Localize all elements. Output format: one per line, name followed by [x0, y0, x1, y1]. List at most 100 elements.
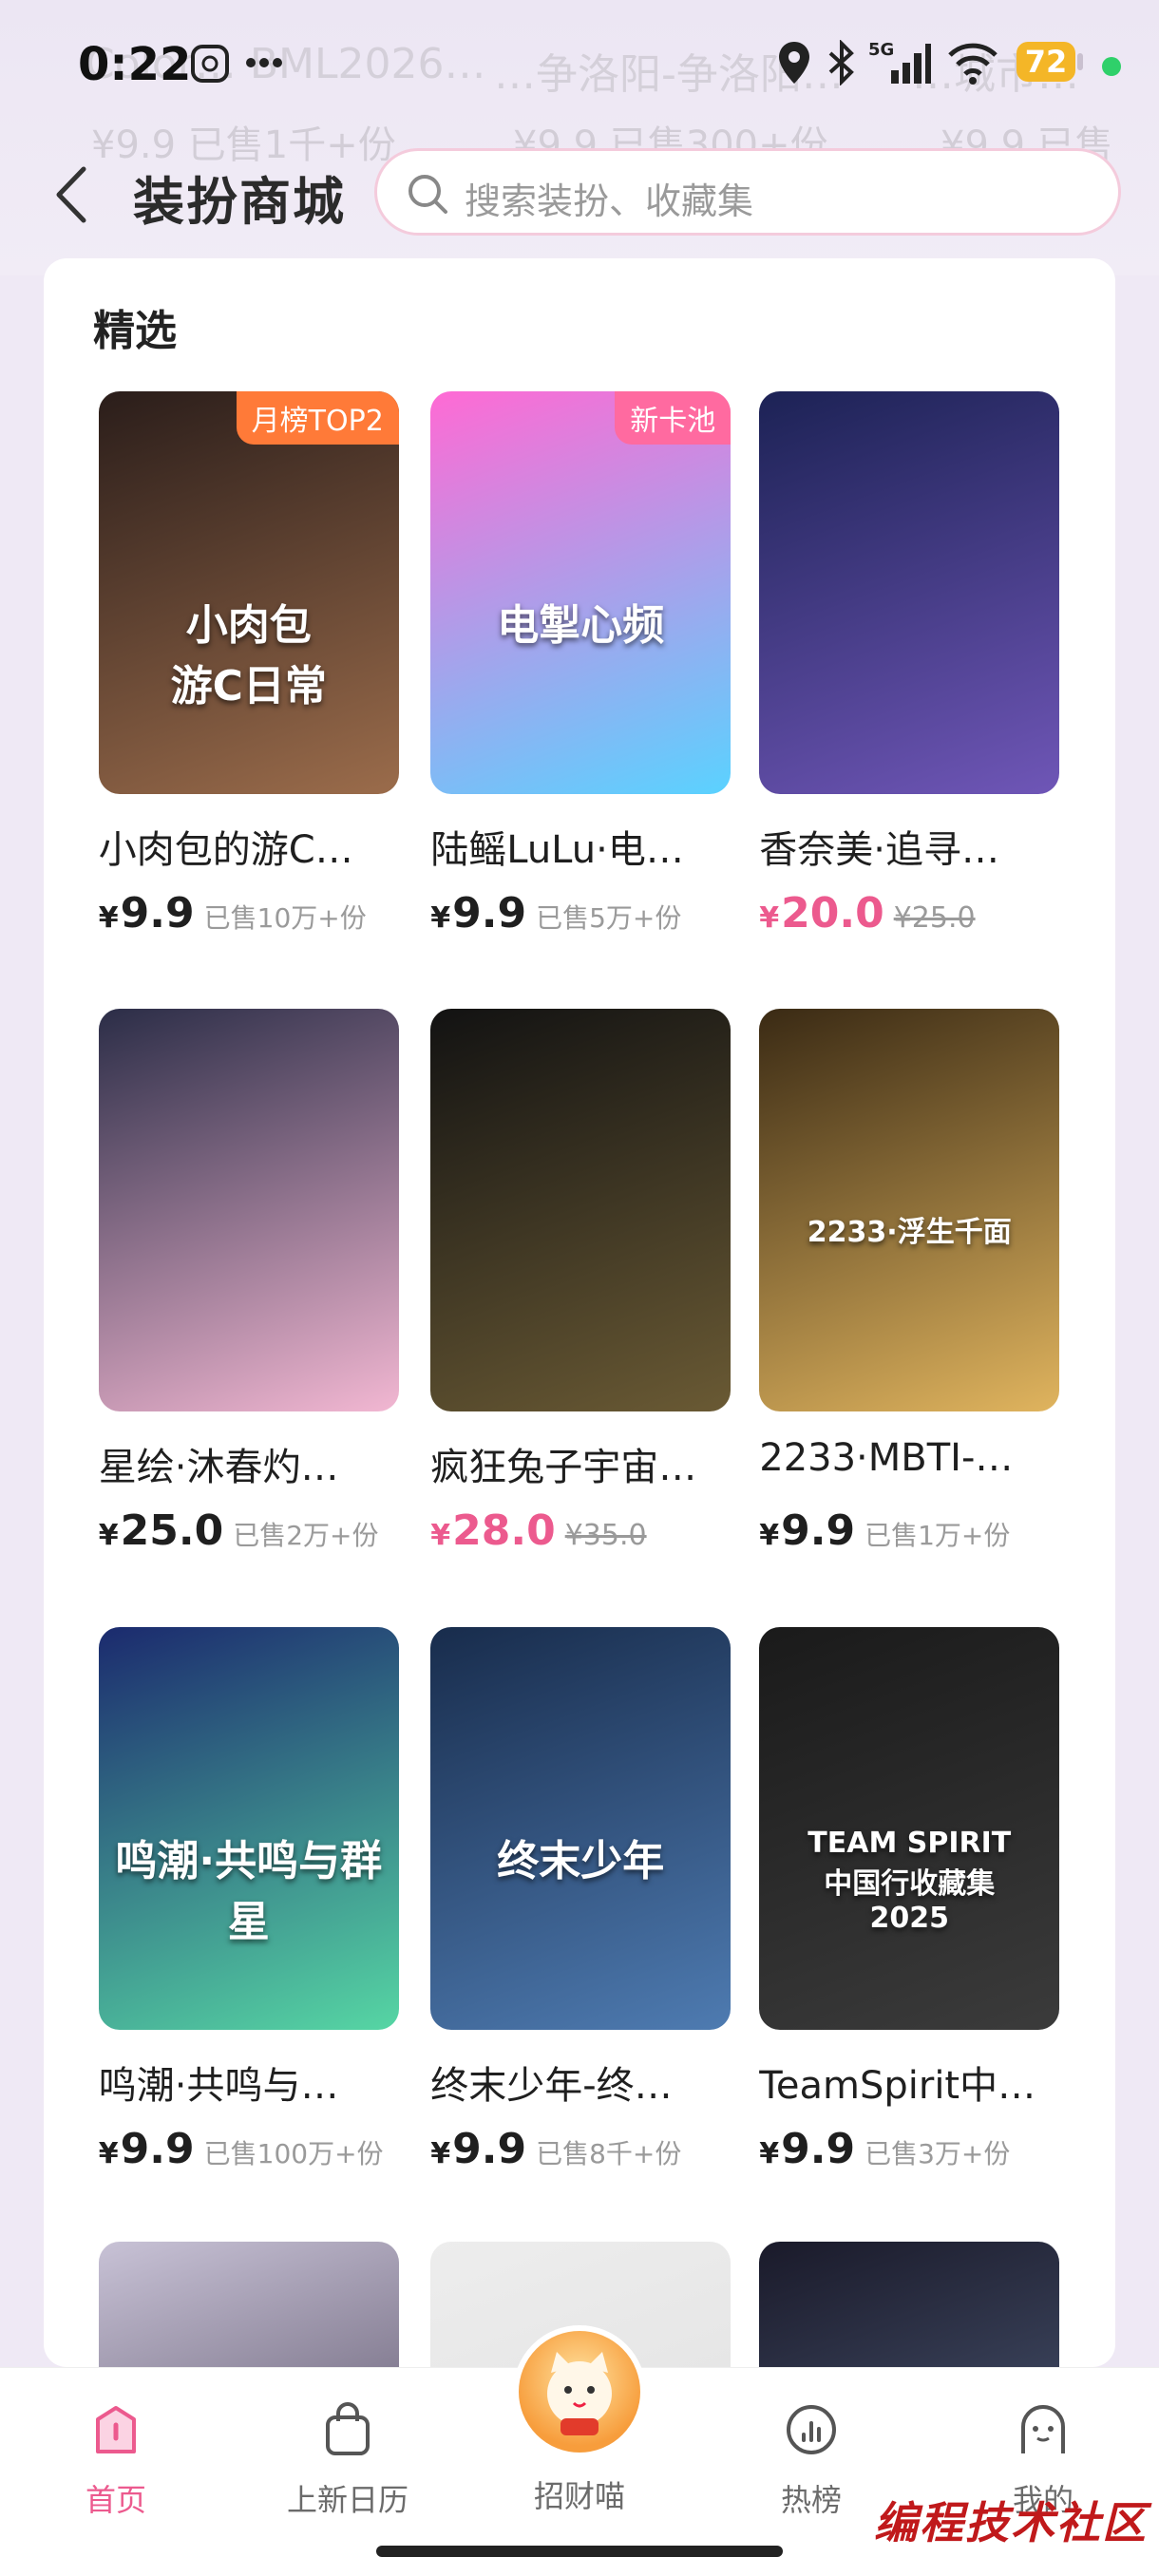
- search-input[interactable]: 搜索装扮、收藏集: [374, 148, 1121, 236]
- sold-count: 已售100万+份: [203, 2137, 384, 2169]
- product-artwork: [98, 1009, 399, 1412]
- product-badge: 月榜TOP2: [236, 390, 399, 445]
- product-thumbnail[interactable]: [430, 1009, 732, 1412]
- status-bar: 0:22 5G 72: [0, 0, 1159, 133]
- more-icon: [246, 58, 282, 67]
- price-row: ¥9.9 已售8千+份: [430, 2125, 681, 2178]
- product-thumbnail[interactable]: 电掣心频 新卡池: [430, 390, 732, 794]
- product-title: 终末少年-终…: [430, 2063, 673, 2108]
- currency-symbol: ¥: [759, 2136, 780, 2170]
- svg-text:5G: 5G: [868, 40, 894, 60]
- featured-card: 精选 小肉包 游C日常 月榜TOP2 小肉包的游C… ¥9.9 已售10万+份 电掣心频新…: [44, 258, 1115, 2576]
- product-title: 陆鳐LuLu·电…: [430, 827, 684, 872]
- home-indicator: [376, 2546, 783, 2557]
- product-thumbnail[interactable]: [98, 1009, 399, 1412]
- product-artwork: [430, 1009, 732, 1412]
- artwork-title: 电掣心频: [497, 600, 665, 650]
- nav-home-label: 首页: [85, 2482, 146, 2518]
- watermark-text: 编程技术社区: [874, 2497, 1148, 2548]
- profile-icon: [1021, 2405, 1065, 2453]
- price-value: 9.9: [452, 2124, 527, 2173]
- back-arrow-icon[interactable]: [49, 161, 95, 228]
- currency-symbol: ¥: [430, 1519, 451, 1553]
- artwork-title: 终末少年: [497, 1836, 665, 1885]
- cat-face-icon: [547, 2352, 612, 2435]
- sold-count: 已售1万+份: [864, 1520, 1011, 1552]
- product-title: 鸣潮·共鸣与…: [98, 2063, 339, 2108]
- location-icon: [779, 42, 809, 84]
- artwork-title: 2233·浮生千面: [807, 1216, 1012, 1250]
- product-title: 小肉包的游C…: [98, 827, 353, 872]
- price-row: ¥9.9 已售1万+份: [759, 1506, 1010, 1560]
- price-value: 9.9: [781, 1506, 856, 1556]
- wifi-icon: [948, 43, 998, 85]
- bluetooth-icon: [828, 40, 854, 85]
- price-row: ¥9.9 已售3万+份: [759, 2125, 1010, 2178]
- currency-symbol: ¥: [98, 2136, 119, 2170]
- product-price: ¥25.0: [99, 1506, 223, 1555]
- price-row: ¥9.9 已售5万+份: [430, 889, 681, 942]
- price-row: ¥9.9 已售10万+份: [99, 889, 367, 942]
- section-title: 精选: [93, 307, 177, 355]
- price-value: 9.9: [781, 2124, 856, 2173]
- currency-symbol: ¥: [430, 900, 451, 935]
- product-price: ¥9.9: [430, 889, 526, 938]
- bag-icon: [326, 2402, 370, 2455]
- original-price: ¥25.0: [893, 900, 976, 935]
- chart-icon: [787, 2405, 836, 2454]
- currency-symbol: ¥: [759, 1519, 780, 1553]
- search-placeholder: 搜索装扮、收藏集: [465, 180, 754, 222]
- price-value: 25.0: [120, 1506, 224, 1556]
- sold-count: 已售2万+份: [233, 1520, 379, 1552]
- product-price: ¥20.0: [759, 889, 884, 938]
- product-price: ¥9.9: [759, 2125, 855, 2173]
- sold-count: 已售10万+份: [203, 901, 367, 934]
- price-value: 20.0: [781, 888, 884, 938]
- product-thumbnail[interactable]: 小肉包 游C日常 月榜TOP2: [98, 390, 399, 794]
- page-title: 装扮商城: [133, 172, 346, 232]
- currency-symbol: ¥: [430, 2136, 451, 2170]
- home-icon: [96, 2406, 136, 2453]
- price-row: ¥28.0 ¥35.0: [430, 1506, 646, 1560]
- product-thumbnail[interactable]: TEAM SPIRIT 中国行收藏集 2025: [759, 1626, 1060, 2030]
- original-price: ¥35.0: [564, 1519, 647, 1553]
- artwork-title: 鸣潮·共鸣与群星: [115, 1836, 383, 1946]
- nav-calendar-label: 上新日历: [286, 2482, 408, 2518]
- price-row: ¥25.0 已售2万+份: [99, 1506, 379, 1560]
- currency-symbol: ¥: [98, 900, 119, 935]
- product-title: 2233·MBTI-…: [759, 1436, 1014, 1481]
- price-value: 28.0: [452, 1506, 556, 1556]
- privacy-indicator-dot: [1102, 57, 1121, 76]
- nav-home[interactable]: 首页: [30, 2396, 201, 2520]
- product-thumbnail[interactable]: 2233·浮生千面: [759, 1009, 1060, 1412]
- currency-symbol: ¥: [98, 1519, 119, 1553]
- product-price: ¥9.9: [759, 1506, 855, 1555]
- product-thumbnail[interactable]: [759, 390, 1060, 794]
- product-badge: 新卡池: [615, 390, 732, 445]
- product-price: ¥9.9: [99, 889, 195, 938]
- lucky-cat-icon[interactable]: [513, 2325, 646, 2458]
- battery-indicator: 72: [1016, 42, 1075, 82]
- battery-tip: [1077, 53, 1083, 70]
- nav-calendar[interactable]: 上新日历: [262, 2396, 433, 2520]
- nav-hot[interactable]: 热榜: [726, 2396, 897, 2520]
- status-time: 0:22: [78, 38, 192, 91]
- product-thumbnail[interactable]: 鸣潮·共鸣与群星: [98, 1626, 399, 2030]
- product-title: 星绘·沐春灼…: [98, 1446, 339, 1490]
- artwork-title: TEAM SPIRIT 中国行收藏集 2025: [808, 1826, 1012, 1935]
- price-row: ¥20.0 ¥25.0: [759, 889, 975, 942]
- app-notification-icon: [191, 45, 229, 83]
- product-title: 疯狂兔子宇宙…: [430, 1446, 697, 1490]
- product-price: ¥9.9: [430, 2125, 526, 2173]
- price-row: ¥9.9 已售100万+份: [99, 2125, 384, 2178]
- artwork-title: 小肉包 游C日常: [170, 600, 327, 710]
- currency-symbol: ¥: [759, 900, 780, 935]
- product-price: ¥9.9: [99, 2125, 195, 2173]
- product-thumbnail[interactable]: 终末少年: [430, 1626, 732, 2030]
- 5g-signal-icon: 5G: [868, 40, 931, 84]
- price-value: 9.9: [120, 888, 195, 938]
- product-price: ¥28.0: [430, 1506, 555, 1555]
- search-icon: [408, 175, 447, 214]
- sold-count: 已售8千+份: [536, 2137, 682, 2169]
- product-title: TeamSpirit中…: [759, 2063, 1036, 2108]
